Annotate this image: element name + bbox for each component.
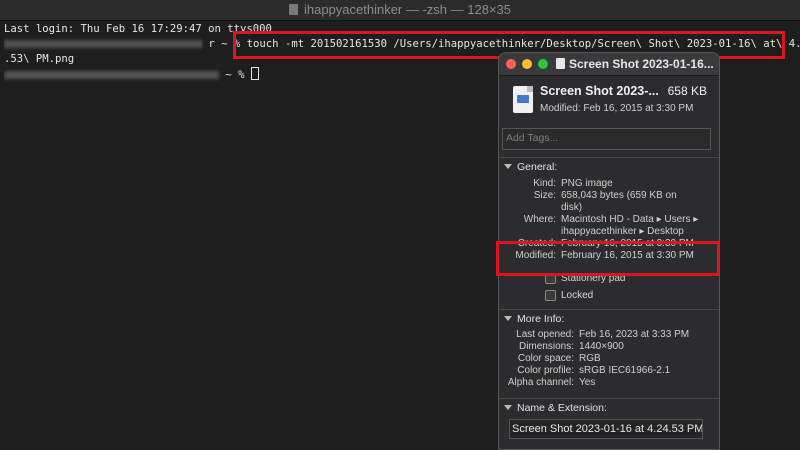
tags-field[interactable]: Add Tags... — [502, 128, 711, 150]
file-size: 658 KB — [667, 84, 707, 98]
folder-icon — [288, 4, 298, 15]
minimize-button[interactable] — [522, 59, 532, 69]
window-title: ihappyacethinker — -zsh — 128×35 — [303, 2, 512, 17]
info-header: Screen Shot 2023-... 658 KB Modified: Fe… — [499, 76, 719, 131]
file-name: Screen Shot 2023-... — [540, 84, 659, 98]
window-titlebar: ihappyacethinker — -zsh — 128×35 — [0, 0, 800, 21]
general-section-header[interactable]: General: — [499, 158, 719, 175]
locked-checkbox[interactable]: Locked — [545, 287, 719, 304]
modified-highlight-box — [496, 241, 720, 276]
png-file-icon — [513, 86, 533, 113]
name-extension-field[interactable]: Screen Shot 2023-01-16 at 4.24.53 PM.png — [509, 419, 703, 439]
color-space-value: RGB — [579, 353, 601, 364]
chevron-down-icon — [504, 405, 512, 410]
redacted-username — [4, 40, 202, 48]
color-profile-value: sRGB IEC61966-2.1 — [579, 365, 671, 376]
zoom-button[interactable] — [538, 59, 548, 69]
chevron-down-icon — [504, 164, 512, 169]
redacted-hostname — [4, 71, 219, 79]
name-extension-section-header[interactable]: Name & Extension: — [499, 399, 719, 416]
close-button[interactable] — [506, 59, 516, 69]
kind-value: PNG image — [561, 178, 613, 189]
where-value: Macintosh HD - Data ▸ Users ▸ ihappyacet… — [561, 214, 699, 237]
more-info-section-header[interactable]: More Info: — [499, 310, 719, 327]
chevron-down-icon — [504, 316, 512, 321]
more-info-details: Last opened: Feb 16, 2023 at 3:33 PM Dime… — [499, 327, 719, 389]
text-cursor — [250, 67, 259, 80]
checkbox-icon — [545, 290, 556, 301]
info-titlebar: Screen Shot 2023-01-16... — [499, 53, 719, 76]
last-opened-value: Feb 16, 2023 at 3:33 PM — [579, 329, 690, 340]
modified-summary: Modified: Feb 16, 2015 at 3:30 PM — [540, 103, 694, 114]
prompt2: ~ % — [225, 69, 245, 81]
info-window-title: Screen Shot 2023-01-16... — [569, 57, 714, 71]
dimensions-value: 1440×900 — [579, 341, 624, 352]
size-value: 658,043 bytes (659 KB on disk) — [561, 190, 677, 213]
file-thumbnail-icon — [556, 58, 565, 69]
alpha-channel-value: Yes — [579, 377, 596, 388]
